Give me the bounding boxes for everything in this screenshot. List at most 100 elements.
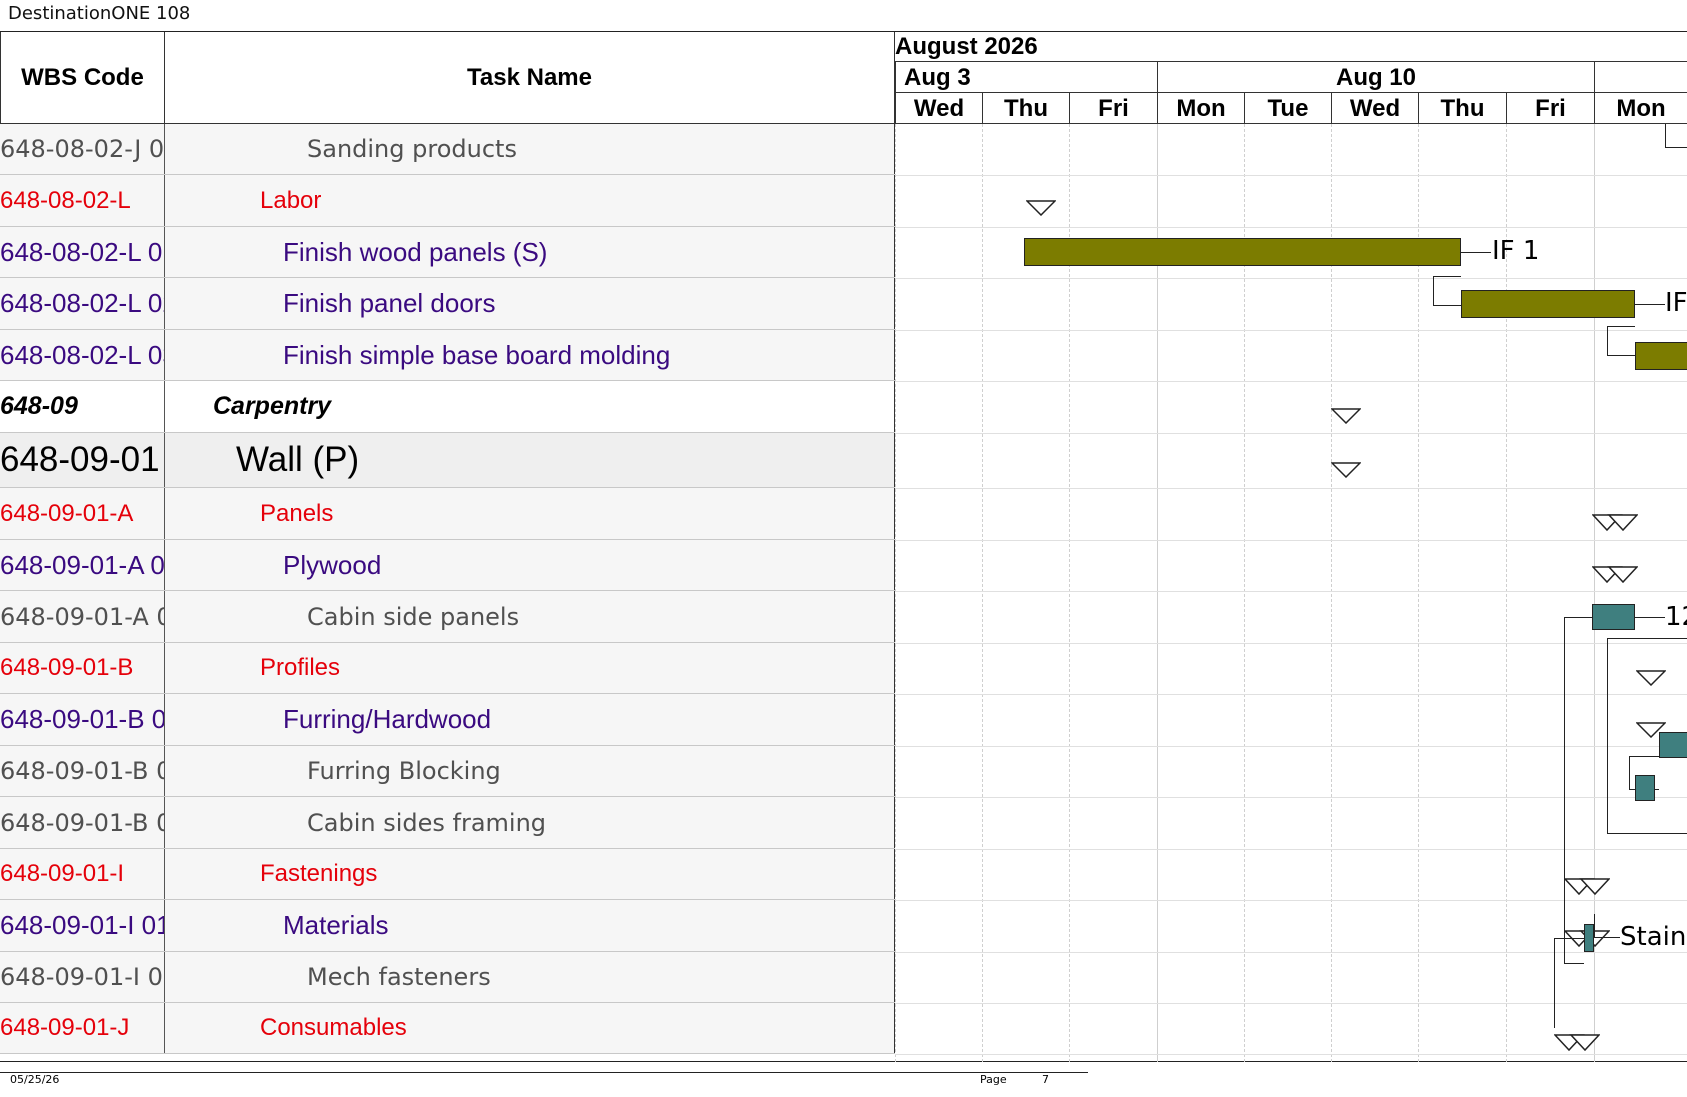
table-row[interactable]: 648-09-01-A 01 Plywood: [0, 540, 895, 591]
wbs-code-cell[interactable]: 648-08-02-L 03: [0, 330, 165, 380]
table-row[interactable]: 648-09-01-A 01Cabin side panels: [0, 591, 895, 643]
footer-divider: [0, 1072, 1088, 1073]
summary-milestone-icon: [1592, 514, 1638, 532]
task-bar-label: 12: [1665, 602, 1687, 632]
timescale-week: Aug 3: [895, 62, 1157, 93]
task-name-cell[interactable]: Panels: [165, 488, 895, 539]
wbs-code-cell[interactable]: 648-08-02-L 02: [0, 278, 165, 329]
task-name-cell[interactable]: Plywood: [165, 540, 895, 590]
dependency-link: [1665, 124, 1687, 148]
dependency-link: [1554, 938, 1584, 1028]
wbs-code-cell[interactable]: 648-08-02-L 01: [0, 227, 165, 277]
task-name-cell[interactable]: Consumables: [165, 1003, 895, 1053]
gantt-row-line: [895, 330, 1687, 331]
task-name-cell[interactable]: Finish wood panels (S): [165, 227, 895, 277]
wbs-code-cell[interactable]: 648-09-01-I 01: [0, 900, 165, 951]
wbs-code-cell[interactable]: 648-09-01-A: [0, 488, 165, 539]
column-header-task-name[interactable]: Task Name: [165, 32, 895, 124]
wbs-code-cell[interactable]: 648-09: [0, 381, 165, 432]
table-row[interactable]: 648-09-01-A Panels: [0, 488, 895, 540]
footer-page-number: 7: [1042, 1073, 1049, 1086]
table-row[interactable]: 648-09-01-I 01 Materials: [0, 900, 895, 952]
table-row[interactable]: 648-09-01-I Fastenings: [0, 849, 895, 900]
task-name-cell[interactable]: Furring Blocking: [165, 746, 895, 796]
footer-page-label: Page: [980, 1073, 1007, 1086]
task-bar-finish-base-board[interactable]: [1635, 342, 1687, 370]
table-row[interactable]: 648-09-01-J Consumables: [0, 1003, 895, 1054]
gantt-row-line: [895, 591, 1687, 592]
dependency-link: [1607, 326, 1635, 356]
task-name-cell[interactable]: Labor: [165, 175, 895, 226]
wbs-code-cell[interactable]: 648-09-01: [0, 433, 165, 487]
wbs-code-cell[interactable]: 648-09-01-A 01: [0, 591, 165, 642]
gantt-row-line: [895, 540, 1687, 541]
summary-milestone-icon: [1026, 200, 1056, 216]
table-row[interactable]: 648-09-01-B Profiles: [0, 643, 895, 694]
task-bar-mech-fasteners[interactable]: [1584, 924, 1594, 952]
table-row[interactable]: 648-08-02-L 01 Finish wood panels (S): [0, 227, 895, 278]
table-row[interactable]: 648-08-02-L 03 Finish simple base board m…: [0, 330, 895, 381]
wbs-code-cell[interactable]: 648-09-01-J: [0, 1003, 165, 1053]
task-name-cell[interactable]: Carpentry: [165, 381, 895, 432]
summary-milestone-icon: [1592, 566, 1638, 584]
wbs-code-cell[interactable]: 648-08-02-L: [0, 175, 165, 226]
dependency-link: [1635, 617, 1665, 618]
timescale-day: Thu: [1418, 93, 1506, 124]
task-name-cell[interactable]: Cabin side panels: [165, 591, 895, 642]
timescale-day: Mon: [1157, 93, 1244, 124]
wbs-code-cell[interactable]: 648-09-01-B 01: [0, 694, 165, 745]
wbs-code-cell[interactable]: 648-08-02-J 01: [0, 124, 165, 174]
task-name-cell[interactable]: Mech fasteners: [165, 952, 895, 1002]
table-row[interactable]: 648-09-01 Wall (P): [0, 433, 895, 488]
table-row[interactable]: 648-09-01-B 01Cabin sides framing: [0, 797, 895, 849]
task-bar-cabin-side-panels[interactable]: [1592, 604, 1635, 630]
table-row[interactable]: 648-08-02-L 02 Finish panel doors: [0, 278, 895, 330]
table-row[interactable]: 648-08-02-L Labor: [0, 175, 895, 227]
summary-milestone-icon: [1554, 1034, 1600, 1052]
timescale-day: Wed: [1331, 93, 1418, 124]
timescale-day: Mon: [1594, 93, 1687, 124]
wbs-code-cell[interactable]: 648-09-01-B 01: [0, 797, 165, 848]
dependency-link: [1594, 914, 1620, 938]
task-bar-label: IF: [1665, 288, 1687, 318]
task-name-cell[interactable]: Profiles: [165, 643, 895, 693]
task-name-cell[interactable]: Fastenings: [165, 849, 895, 899]
column-header-wbs[interactable]: WBS Code: [0, 32, 165, 124]
gantt-row-line: [895, 278, 1687, 279]
gantt-row-line: [895, 488, 1687, 489]
task-name-cell[interactable]: Materials: [165, 900, 895, 951]
dependency-link: [1433, 276, 1461, 306]
wbs-code-cell[interactable]: 648-09-01-B: [0, 643, 165, 693]
task-name-cell[interactable]: Finish panel doors: [165, 278, 895, 329]
gantt-row-line: [895, 433, 1687, 434]
table-row[interactable]: 648-09-01-B 01Furring Blocking: [0, 746, 895, 797]
gantt-chart[interactable]: IF 1 IF 12 Stainle: [895, 124, 1687, 1062]
task-name-cell[interactable]: Furring/Hardwood: [165, 694, 895, 745]
summary-milestone-icon: [1331, 462, 1361, 478]
timescale-day: Thu: [982, 93, 1069, 124]
task-bar-finish-panel-doors[interactable]: [1461, 290, 1635, 318]
task-bar-cabin-sides-framing[interactable]: [1635, 775, 1655, 801]
timescale-day: Fri: [1069, 93, 1157, 124]
gantt-gridline: [895, 124, 896, 1062]
table-row[interactable]: 648-09 Carpentry: [0, 381, 895, 433]
dependency-link: [1635, 304, 1665, 305]
timescale-month: August 2026: [895, 32, 1687, 62]
wbs-code-cell[interactable]: 648-09-01-I 01: [0, 952, 165, 1002]
timescale-week: [1594, 62, 1687, 93]
dependency-link: [1461, 252, 1491, 253]
task-name-cell[interactable]: Finish simple base board molding: [165, 330, 895, 380]
table-row[interactable]: 648-09-01-I 01 Mech fasteners: [0, 952, 895, 1003]
table-row[interactable]: 648-08-02-J 01 Sanding products: [0, 124, 895, 175]
task-name-cell[interactable]: Sanding products: [165, 124, 895, 174]
table-row[interactable]: 648-09-01-B 01 Furring/Hardwood: [0, 694, 895, 746]
gantt-row-line: [895, 381, 1687, 382]
task-bar-furring-blocking[interactable]: [1659, 732, 1687, 758]
wbs-code-cell[interactable]: 648-09-01-I: [0, 849, 165, 899]
task-name-cell[interactable]: Cabin sides framing: [165, 797, 895, 848]
task-bar-label: IF 1: [1492, 236, 1540, 266]
wbs-code-cell[interactable]: 648-09-01-B 01: [0, 746, 165, 796]
task-bar-finish-wood-panels[interactable]: [1024, 238, 1461, 266]
task-name-cell[interactable]: Wall (P): [165, 433, 895, 487]
wbs-code-cell[interactable]: 648-09-01-A 01: [0, 540, 165, 590]
